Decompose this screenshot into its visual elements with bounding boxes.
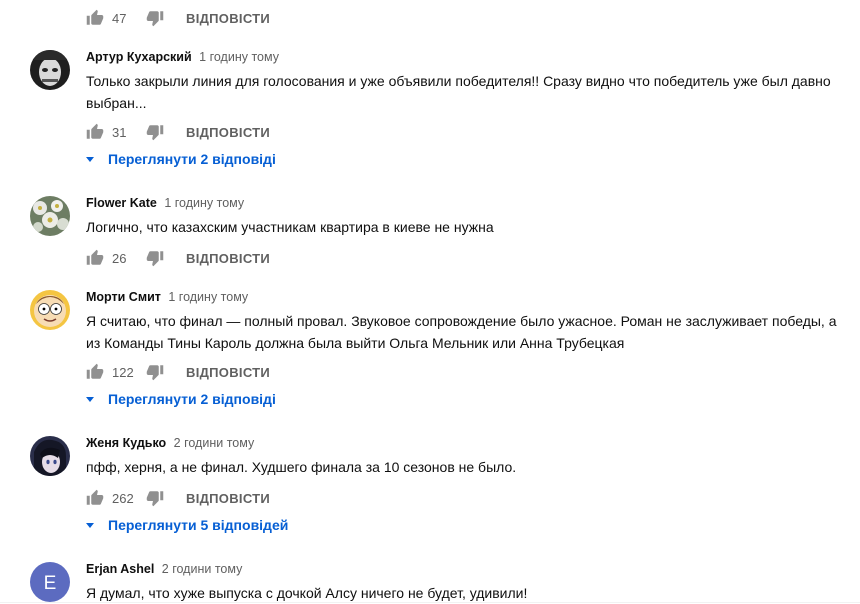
view-replies-button[interactable]: Переглянути 5 відповідей [86,515,288,535]
author-name[interactable]: Flower Kate [86,196,157,210]
comment-text: Только закрыли линия для голосования и у… [86,73,831,111]
view-replies-label: Переглянути 2 відповіді [108,391,276,407]
action-row: 122 ВІДПОВІСТИ [86,360,270,384]
thumbs-up-icon[interactable] [86,363,104,381]
comment-header: Артур Кухарский 1 годину тому [86,50,279,64]
thumbs-up-icon[interactable] [86,123,104,141]
divider [0,602,860,603]
timestamp[interactable]: 1 годину тому [199,50,279,64]
comment-text: Я считаю, что финал — полный провал. Зву… [86,313,837,351]
author-name[interactable]: Морти Смит [86,290,161,304]
view-replies-label: Переглянути 5 відповідей [108,517,289,533]
comment-header: Женя Кудько 2 години тому [86,436,254,450]
avatar[interactable] [30,436,70,476]
like-count: 47 [112,10,127,26]
like-count: 262 [112,490,134,506]
chevron-down-icon [86,157,94,162]
author-name[interactable]: Женя Кудько [86,436,166,450]
like-count: 31 [112,124,127,140]
flower-avatar-icon [30,196,70,236]
action-row: 262 ВІДПОВІСТИ [86,486,270,510]
thumbs-up-icon[interactable] [86,9,104,27]
chevron-down-icon [86,523,94,528]
thumbs-down-icon[interactable] [146,9,164,27]
thumbs-down-icon[interactable] [146,363,164,381]
author-name[interactable]: Erjan Ashel [86,562,154,576]
dark-face-avatar-icon [30,50,70,90]
like-count: 122 [112,364,134,380]
comment-header: Морти Смит 1 годину тому [86,290,248,304]
thumbs-up-icon[interactable] [86,489,104,507]
comment-text: Логично, что казахским участникам кварти… [86,219,494,235]
anime-avatar-icon [30,436,70,476]
reply-button[interactable]: ВІДПОВІСТИ [186,491,270,506]
view-replies-button[interactable]: Переглянути 2 відповіді [86,149,276,169]
reply-button[interactable]: ВІДПОВІСТИ [186,251,270,266]
avatar[interactable] [30,290,70,330]
avatar-letter: E [44,573,57,594]
action-row: 47 ВІДПОВІСТИ [86,6,270,30]
thumbs-down-icon[interactable] [146,123,164,141]
view-replies-button[interactable]: Переглянути 2 відповіді [86,389,276,409]
thumbs-down-icon[interactable] [146,489,164,507]
timestamp[interactable]: 1 годину тому [164,196,244,210]
avatar[interactable] [30,50,70,90]
avatar[interactable] [30,196,70,236]
timestamp[interactable]: 1 годину тому [168,290,248,304]
comment-header: Flower Kate 1 годину тому [86,196,244,210]
avatar[interactable]: E [30,562,70,602]
author-name[interactable]: Артур Кухарский [86,50,192,64]
reply-button[interactable]: ВІДПОВІСТИ [186,125,270,140]
cartoon-face-avatar-icon [30,290,70,330]
comment-header: Erjan Ashel 2 години тому [86,562,242,576]
reply-button[interactable]: ВІДПОВІСТИ [186,11,270,26]
thumbs-down-icon[interactable] [146,249,164,267]
like-count: 26 [112,250,127,266]
comment-text: Я думал, что хуже выпуска с дочкой Алсу … [86,585,528,601]
letter-avatar-icon: E [30,562,70,602]
timestamp[interactable]: 2 години тому [162,562,243,576]
reply-button[interactable]: ВІДПОВІСТИ [186,365,270,380]
thumbs-up-icon[interactable] [86,249,104,267]
chevron-down-icon [86,397,94,402]
action-row: 26 ВІДПОВІСТИ [86,246,270,270]
comment-text: пфф, херня, а не финал. Худшего финала з… [86,459,517,475]
view-replies-label: Переглянути 2 відповіді [108,151,276,167]
action-row: 31 ВІДПОВІСТИ [86,120,270,144]
timestamp[interactable]: 2 години тому [174,436,255,450]
